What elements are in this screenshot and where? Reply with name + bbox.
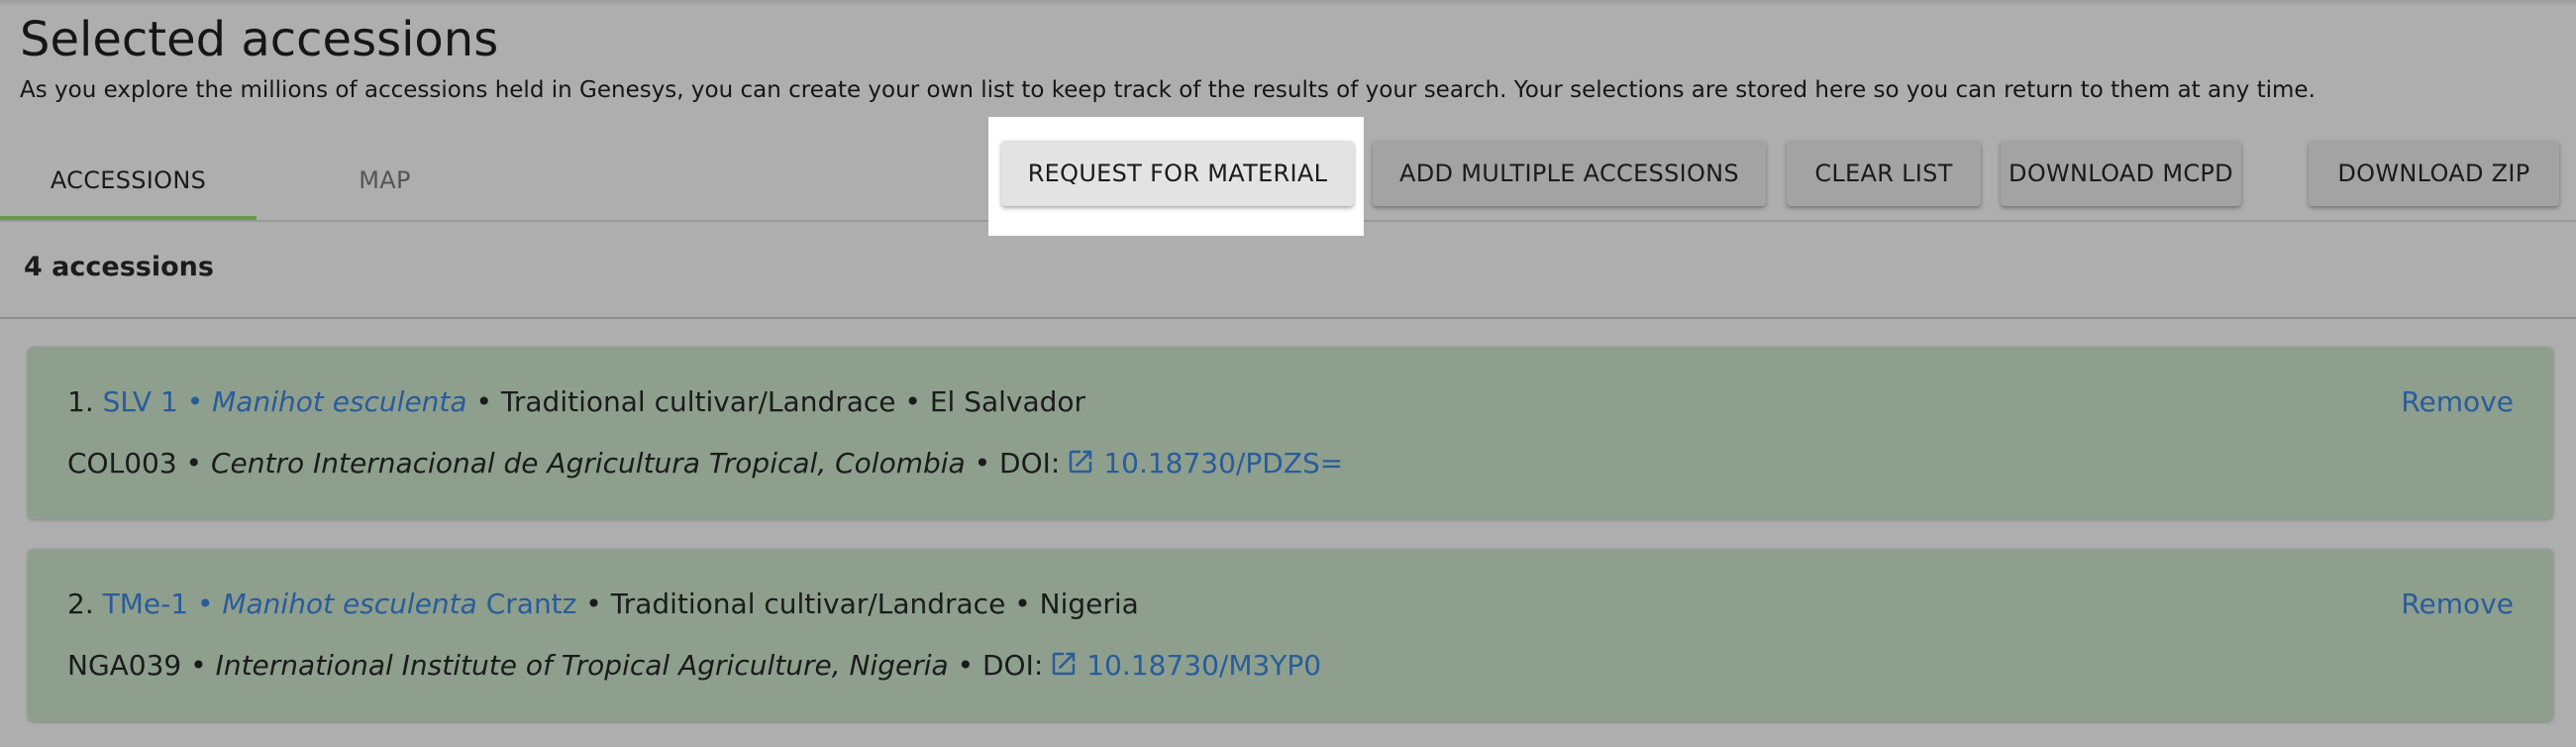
- accession-card: 1. SLV 1 • Manihot esculenta • Tradition…: [28, 347, 2553, 519]
- accession-index: 2.: [67, 587, 94, 620]
- clear-list-button[interactable]: CLEAR LIST: [1787, 141, 1981, 206]
- top-shadow: [0, 0, 2576, 6]
- accession-link[interactable]: TMe-1 • Manihot esculenta Crantz: [103, 587, 577, 620]
- accession-institute-line: COL003 • Centro Internacional de Agricul…: [67, 444, 1343, 483]
- separator: •: [186, 385, 204, 418]
- tab-map[interactable]: MAP: [257, 141, 513, 220]
- doi-link[interactable]: 10.18730/PDZS=: [1103, 447, 1343, 480]
- download-zip-button[interactable]: DOWNLOAD ZIP: [2309, 141, 2559, 206]
- accession-card: 2. TMe-1 • Manihot esculenta Crantz • Tr…: [28, 549, 2553, 721]
- accession-taxon: Manihot esculenta: [222, 587, 477, 620]
- accession-index: 1.: [67, 385, 94, 418]
- doi-label: • DOI:: [974, 447, 1061, 480]
- request-material-button[interactable]: REQUEST FOR MATERIAL: [1001, 141, 1354, 206]
- accession-type-origin: • Traditional cultivar/Landrace • Nigeri…: [585, 587, 1139, 620]
- remove-button[interactable]: Remove: [2401, 382, 2514, 422]
- external-link-icon[interactable]: [1066, 447, 1095, 477]
- institute-code: NGA039 •: [67, 649, 207, 682]
- accession-summary: 2. TMe-1 • Manihot esculenta Crantz • Tr…: [67, 585, 1139, 624]
- accession-taxon: Manihot esculenta: [212, 385, 467, 418]
- separator: •: [196, 587, 214, 620]
- external-link-icon[interactable]: [1049, 649, 1079, 679]
- count-divider: [0, 317, 2576, 319]
- institute-name: Centro Internacional de Agricultura Trop…: [210, 447, 966, 480]
- tab-accessions[interactable]: ACCESSIONS: [0, 141, 257, 220]
- add-multiple-accessions-button[interactable]: ADD MULTIPLE ACCESSIONS: [1373, 141, 1766, 206]
- accession-link[interactable]: SLV 1 • Manihot esculenta: [103, 385, 467, 418]
- download-mcpd-button[interactable]: DOWNLOAD MCPD: [2001, 141, 2241, 206]
- doi-label: • DOI:: [957, 649, 1044, 682]
- intro-text: As you explore the millions of accession…: [20, 77, 2316, 103]
- accession-id: SLV 1: [102, 385, 178, 418]
- institute-code: COL003 •: [67, 447, 203, 480]
- page-title: Selected accessions: [20, 12, 499, 67]
- institute-name: International Institute of Tropical Agri…: [215, 649, 949, 682]
- accession-id: TMe-1: [102, 587, 189, 620]
- remove-button[interactable]: Remove: [2401, 585, 2514, 624]
- accession-institute-line: NGA039 • International Institute of Trop…: [67, 646, 1321, 686]
- taxon-authority: Crantz: [485, 587, 577, 620]
- accession-summary: 1. SLV 1 • Manihot esculenta • Tradition…: [67, 382, 1085, 422]
- accession-type-origin: • Traditional cultivar/Landrace • El Sal…: [475, 385, 1086, 418]
- doi-link[interactable]: 10.18730/M3YP0: [1086, 649, 1321, 682]
- accession-count: 4 accessions: [24, 252, 214, 282]
